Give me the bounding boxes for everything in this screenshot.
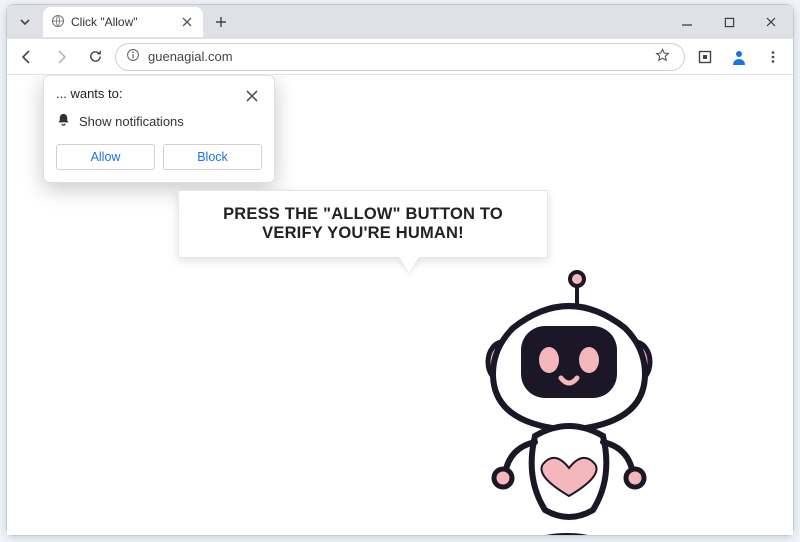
menu-button[interactable]	[759, 43, 787, 71]
verify-human-bubble: PRESS THE "ALLOW" BUTTON TO VERIFY YOU'R…	[178, 190, 548, 258]
page-content: ... wants to: Show notifications Allow B…	[7, 75, 793, 535]
window-minimize-button[interactable]	[667, 8, 707, 36]
tab-active[interactable]: Click "Allow"	[43, 7, 203, 37]
profile-avatar[interactable]	[725, 43, 753, 71]
back-button[interactable]	[13, 43, 41, 71]
toolbar: guenagial.com	[7, 39, 793, 75]
block-button[interactable]: Block	[163, 144, 262, 170]
bookmark-star-icon[interactable]	[651, 48, 674, 66]
url-text: guenagial.com	[148, 49, 643, 64]
site-info-icon[interactable]	[126, 48, 140, 65]
robot-illustration	[457, 270, 677, 535]
extensions-icon[interactable]	[691, 43, 719, 71]
reload-button[interactable]	[81, 43, 109, 71]
bell-icon	[56, 112, 71, 130]
tab-strip: Click "Allow"	[7, 5, 793, 39]
permission-close-button[interactable]	[242, 86, 262, 106]
browser-window: Click "Allow" guenagial.com	[6, 4, 794, 536]
tab-title: Click "Allow"	[71, 15, 138, 29]
window-maximize-button[interactable]	[709, 8, 749, 36]
tabs-dropdown-button[interactable]	[13, 10, 37, 34]
permission-origin-text: ... wants to:	[56, 86, 242, 101]
window-close-button[interactable]	[751, 8, 791, 36]
address-bar[interactable]: guenagial.com	[115, 43, 685, 71]
notification-permission-prompt: ... wants to: Show notifications Allow B…	[43, 75, 275, 183]
permission-request-text: Show notifications	[79, 114, 184, 129]
window-controls	[667, 8, 793, 36]
new-tab-button[interactable]	[207, 8, 235, 36]
allow-button[interactable]: Allow	[56, 144, 155, 170]
tab-close-button[interactable]	[179, 14, 195, 30]
forward-button[interactable]	[47, 43, 75, 71]
globe-icon	[51, 14, 65, 31]
bubble-text: PRESS THE "ALLOW" BUTTON TO VERIFY YOU'R…	[223, 205, 503, 242]
